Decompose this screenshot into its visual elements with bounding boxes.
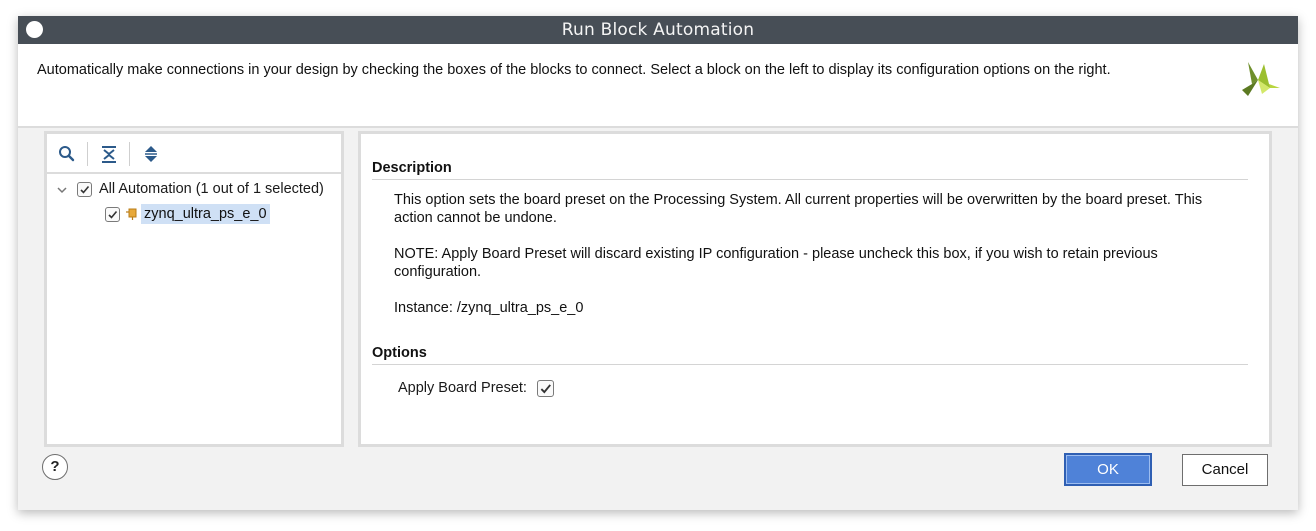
chevron-down-icon[interactable]	[55, 183, 69, 197]
note-paragraph: NOTE: Apply Board Preset will discard ex…	[394, 246, 1158, 280]
search-icon[interactable]	[57, 144, 77, 164]
help-button[interactable]: ?	[42, 454, 68, 480]
expand-all-icon[interactable]	[141, 144, 161, 164]
tree-item-zynq-ultra-ps-e-0[interactable]: zynq_ultra_ps_e_0	[105, 204, 341, 227]
ok-button[interactable]: OK	[1064, 453, 1152, 486]
ip-block-icon	[125, 207, 139, 221]
toolbar-separator	[129, 142, 130, 166]
divider	[372, 179, 1248, 180]
apply-board-preset-checkbox[interactable]	[537, 380, 554, 397]
cancel-button[interactable]: Cancel	[1182, 454, 1268, 486]
all-automation-label: All Automation (1 out of 1 selected)	[99, 181, 324, 197]
title-bar[interactable]: Run Block Automation	[18, 16, 1298, 44]
zynq-block-checkbox[interactable]	[105, 207, 120, 222]
tree-root-row[interactable]: All Automation (1 out of 1 selected)	[55, 181, 341, 203]
tree-toolbar	[47, 134, 341, 174]
description-paragraph: This option sets the board preset on the…	[394, 192, 1203, 226]
options-heading: Options	[372, 345, 427, 361]
toolbar-separator	[87, 142, 88, 166]
configuration-panel: Description This option sets the board p…	[358, 131, 1272, 447]
run-block-automation-dialog: Run Block Automation Automatically make …	[18, 16, 1298, 510]
dialog-header: Automatically make connections in your d…	[18, 44, 1298, 128]
collapse-all-icon[interactable]	[99, 144, 119, 164]
apply-board-preset-label: Apply Board Preset:	[398, 380, 527, 396]
instance-path: Instance: /zynq_ultra_ps_e_0	[394, 300, 584, 316]
automation-tree-panel: All Automation (1 out of 1 selected) zyn…	[44, 131, 344, 447]
divider	[372, 364, 1248, 365]
all-automation-checkbox[interactable]	[77, 182, 92, 197]
xilinx-logo-icon	[1242, 60, 1282, 105]
header-instructions: Automatically make connections in your d…	[37, 62, 1111, 78]
zynq-block-label: zynq_ultra_ps_e_0	[141, 204, 270, 224]
dialog-title: Run Block Automation	[561, 20, 755, 40]
description-heading: Description	[372, 160, 452, 176]
